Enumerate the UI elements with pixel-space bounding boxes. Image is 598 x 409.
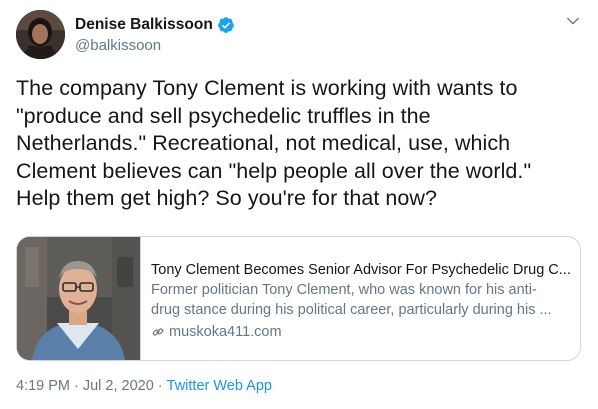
author-names: Denise Balkissoon @balkissoon xyxy=(75,15,235,54)
card-text: Tony Clement Becomes Senior Advisor For … xyxy=(151,261,571,341)
card-title: Tony Clement Becomes Senior Advisor For … xyxy=(151,262,571,278)
author-display-name[interactable]: Denise Balkissoon xyxy=(75,16,213,34)
tweet-text: The company Tony Clement is working with… xyxy=(16,76,532,211)
tweet-header: Denise Balkissoon @balkissoon xyxy=(16,10,582,60)
link-icon xyxy=(152,327,164,336)
article-thumbnail xyxy=(17,237,141,360)
tweet: Denise Balkissoon @balkissoon The compan… xyxy=(0,0,598,409)
name-row: Denise Balkissoon xyxy=(75,15,235,35)
author-handle[interactable]: @balkissoon xyxy=(75,37,235,54)
avatar[interactable] xyxy=(16,10,65,59)
tweet-date[interactable]: Jul 2, 2020 xyxy=(83,378,154,394)
verified-badge-icon xyxy=(217,17,234,33)
tweet-time[interactable]: 4:19 PM xyxy=(16,378,70,394)
card-domain-text: muskoka411.com xyxy=(169,323,282,340)
article-thumbnail-image xyxy=(17,237,140,360)
chevron-down-icon[interactable] xyxy=(566,14,580,28)
avatar-photo xyxy=(16,10,65,59)
card-domain: muskoka411.com xyxy=(151,322,571,341)
link-card[interactable]: Tony Clement Becomes Senior Advisor For … xyxy=(16,236,581,361)
meta-separator: · xyxy=(74,378,79,394)
card-description: Former politician Tony Clement, who was … xyxy=(151,282,552,318)
tweet-meta: 4:19 PM · Jul 2, 2020 · Twitter Web App xyxy=(16,376,272,396)
meta-separator-2: · xyxy=(157,378,163,394)
tweet-source-link[interactable]: Twitter Web App xyxy=(167,378,272,394)
